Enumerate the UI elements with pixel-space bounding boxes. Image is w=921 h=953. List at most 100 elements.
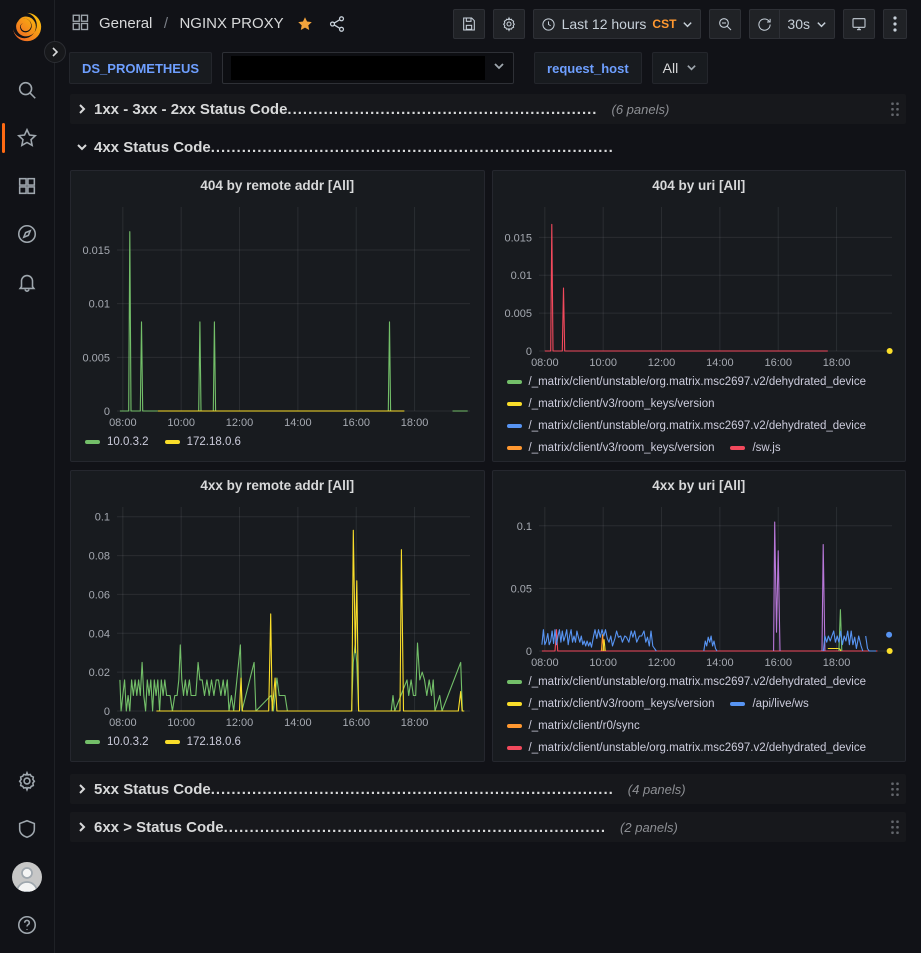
legend-label: /sw.js xyxy=(752,439,780,457)
svg-text:0.01: 0.01 xyxy=(89,299,110,311)
legend-item[interactable]: 172.18.0.6 xyxy=(165,433,241,451)
svg-text:14:00: 14:00 xyxy=(284,717,312,729)
kebab-menu-button[interactable] xyxy=(883,9,907,39)
panel-title[interactable]: 4xx by uri [All] xyxy=(493,471,906,499)
sidebar-expand-button[interactable] xyxy=(44,41,66,63)
svg-text:0.005: 0.005 xyxy=(82,352,110,364)
search-icon[interactable] xyxy=(0,66,55,114)
panel-title[interactable]: 404 by remote addr [All] xyxy=(71,171,484,199)
row-title: 5xx Status Code xyxy=(94,781,211,798)
refresh-button[interactable] xyxy=(749,9,779,39)
save-button[interactable] xyxy=(453,9,485,39)
star-nav-icon[interactable] xyxy=(0,114,55,162)
datasource-value-redacted xyxy=(231,56,485,80)
explore-compass-icon[interactable] xyxy=(0,210,55,258)
settings-gear-icon[interactable] xyxy=(0,757,55,805)
help-icon[interactable] xyxy=(0,901,55,949)
row-drag-handle[interactable] xyxy=(890,101,900,117)
share-icon[interactable] xyxy=(324,11,350,37)
panel-title[interactable]: 404 by uri [All] xyxy=(493,171,906,199)
time-range-picker[interactable]: Last 12 hours CST xyxy=(533,9,702,39)
svg-text:08:00: 08:00 xyxy=(109,717,137,729)
legend-label: 172.18.0.6 xyxy=(187,733,241,751)
panel-title[interactable]: 4xx by remote addr [All] xyxy=(71,471,484,499)
legend-swatch xyxy=(507,402,522,406)
timezone-label: CST xyxy=(652,17,676,31)
legend-item[interactable]: /_matrix/client/r0/sync xyxy=(507,717,640,735)
request-host-variable-select[interactable]: All xyxy=(652,52,709,84)
legend-item[interactable]: /sw.js xyxy=(730,439,780,457)
dashboard-body: 1xx - 3xx - 2xx Status Code ............… xyxy=(55,88,921,842)
row-header-5xx[interactable]: 5xx Status Code ........................… xyxy=(70,774,906,804)
favorite-star-icon[interactable] xyxy=(292,11,318,37)
chart-plot-area[interactable]: 00.0050.010.01508:0010:0012:0014:0016:00… xyxy=(493,199,906,371)
legend-swatch xyxy=(165,440,180,444)
user-avatar[interactable] xyxy=(0,853,55,901)
chevron-right-icon xyxy=(76,103,88,115)
kebab-icon xyxy=(893,16,897,32)
row-header-4xx[interactable]: 4xx Status Code ........................… xyxy=(70,132,906,162)
chart-plot-area[interactable]: 00.0050.010.01508:0010:0012:0014:0016:00… xyxy=(71,199,484,431)
legend-swatch xyxy=(85,740,100,744)
svg-text:16:00: 16:00 xyxy=(764,357,792,369)
row-title-dots: ........................................… xyxy=(211,139,614,156)
refresh-interval-label: 30s xyxy=(787,16,810,32)
sidebar-bottom-nav xyxy=(0,757,55,953)
legend-item[interactable]: /_matrix/client/v3/room_keys/version xyxy=(507,439,715,457)
dashboards-icon[interactable] xyxy=(0,162,55,210)
legend-label: /_matrix/client/r0/sync xyxy=(529,717,640,735)
grafana-logo[interactable] xyxy=(10,10,44,44)
row-drag-handle[interactable] xyxy=(890,819,900,835)
legend-label: /_matrix/client/unstable/org.matrix.msc2… xyxy=(529,417,867,435)
legend-item[interactable]: /_matrix/client/unstable/org.matrix.msc2… xyxy=(507,739,867,757)
monitor-icon xyxy=(851,16,867,32)
legend-swatch xyxy=(507,446,522,450)
legend-item[interactable]: 172.18.0.6 xyxy=(165,733,241,751)
legend-swatch xyxy=(85,440,100,444)
row-title: 6xx > Status Code xyxy=(94,819,224,836)
legend-swatch xyxy=(507,680,522,684)
svg-text:0.015: 0.015 xyxy=(504,232,532,244)
legend-item[interactable]: /_matrix/client/unstable/org.matrix.msc2… xyxy=(507,373,867,391)
legend-item[interactable]: /_matrix/client/unstable/org.matrix.msc2… xyxy=(507,417,867,435)
row-header-1xx[interactable]: 1xx - 3xx - 2xx Status Code ............… xyxy=(70,94,906,124)
zoom-out-button[interactable] xyxy=(709,9,741,39)
chart-plot-area[interactable]: 00.020.040.060.080.108:0010:0012:0014:00… xyxy=(71,499,484,731)
dashboard-title[interactable]: NGINX PROXY xyxy=(179,15,283,32)
svg-text:0.1: 0.1 xyxy=(95,512,110,524)
legend-item[interactable]: /_matrix/client/v3/room_keys/version xyxy=(507,395,715,413)
refresh-interval-picker[interactable]: 30s xyxy=(779,9,835,39)
legend-label: /_matrix/client/unstable/org.matrix.msc2… xyxy=(529,373,867,391)
chevron-right-icon xyxy=(76,783,88,795)
legend-item[interactable]: 10.0.3.2 xyxy=(85,733,149,751)
request-host-variable-label[interactable]: request_host xyxy=(534,52,642,84)
row-drag-handle[interactable] xyxy=(890,781,900,797)
chevron-down-icon xyxy=(76,141,88,153)
admin-shield-icon[interactable] xyxy=(0,805,55,853)
legend-label: 172.18.0.6 xyxy=(187,433,241,451)
chevron-right-icon xyxy=(76,821,88,833)
tv-kiosk-button[interactable] xyxy=(843,9,875,39)
chart-plot-area[interactable]: 00.050.108:0010:0012:0014:0016:0018:00 xyxy=(493,499,906,671)
dashboard-settings-button[interactable] xyxy=(493,9,525,39)
legend-item[interactable]: /_matrix/client/unstable/org.matrix.msc2… xyxy=(507,673,867,691)
legend-item[interactable]: 10.0.3.2 xyxy=(85,433,149,451)
dashboard-squares-icon xyxy=(71,13,89,36)
chevron-down-icon xyxy=(493,59,505,77)
legend-label: /_matrix/client/unstable/org.matrix.msc2… xyxy=(529,673,867,691)
panel-legend: 10.0.3.2 172.18.0.6 xyxy=(71,731,484,761)
breadcrumb-section[interactable]: General xyxy=(99,15,152,32)
request-host-value: All xyxy=(663,60,679,76)
sidebar-nav xyxy=(0,66,55,306)
legend-item[interactable]: /api/live/ws xyxy=(730,695,808,713)
datasource-variable-label[interactable]: DS_PROMETHEUS xyxy=(69,52,212,84)
svg-text:10:00: 10:00 xyxy=(167,417,195,429)
row-header-6xx[interactable]: 6xx > Status Code ......................… xyxy=(70,812,906,842)
legend-item[interactable]: /_matrix/client/v3/room_keys/version xyxy=(507,695,715,713)
panel-404-by-uri-all-: 404 by uri [All]00.0050.010.01508:0010:0… xyxy=(492,170,907,462)
datasource-variable-select[interactable] xyxy=(222,52,514,84)
row-title-dots: ........................................… xyxy=(287,101,597,118)
legend-label: /_matrix/client/v3/room_keys/version xyxy=(529,695,715,713)
svg-text:0.04: 0.04 xyxy=(89,628,110,640)
alerting-bell-icon[interactable] xyxy=(0,258,55,306)
